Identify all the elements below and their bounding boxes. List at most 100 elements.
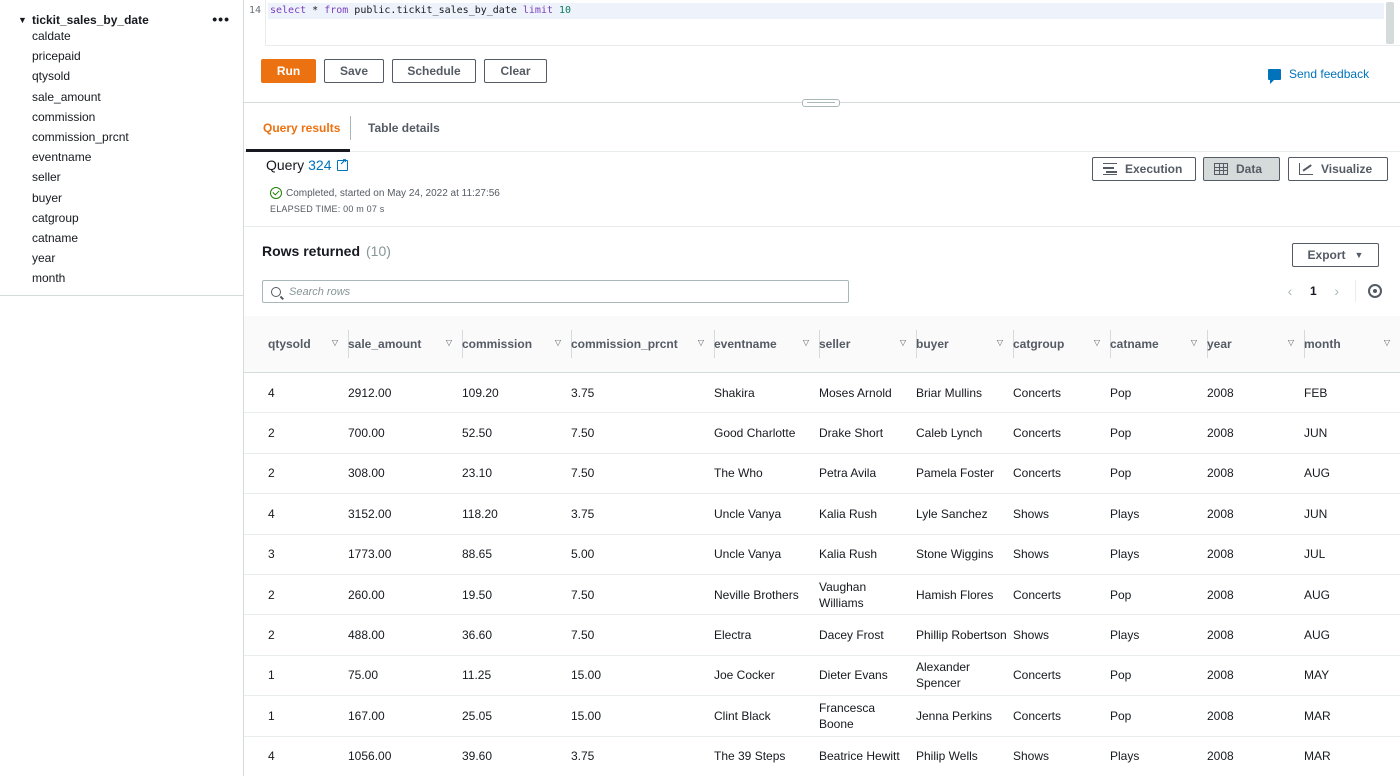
table-cell: Pop	[1110, 453, 1207, 495]
caret-down-icon[interactable]: ▼	[18, 15, 32, 25]
column-header-label: commission_prcnt	[571, 337, 678, 351]
sql-editor[interactable]: 14 select * from public.tickit_sales_by_…	[244, 0, 1400, 46]
table-cell: 2008	[1207, 655, 1304, 697]
gear-icon[interactable]	[1368, 284, 1382, 298]
table-cell: 3.75	[571, 736, 714, 776]
table-cell: 36.60	[462, 614, 571, 656]
sort-icon[interactable]: ▽	[332, 338, 338, 347]
execution-button[interactable]: Execution	[1092, 157, 1196, 181]
clear-button[interactable]: Clear	[484, 59, 547, 83]
column-item[interactable]: seller	[32, 169, 129, 189]
query-id-link[interactable]: 324	[308, 157, 331, 173]
column-header[interactable]: month ▽	[1304, 316, 1400, 373]
column-header[interactable]: catgroup ▽	[1013, 316, 1110, 373]
table-cell: Uncle Vanya	[714, 534, 819, 575]
code-number: 10	[553, 5, 572, 16]
table-row[interactable]: 2 488.00 36.60 7.50 Electra Dacey Frost Philli…	[244, 614, 1400, 656]
table-cell: Petra Avila	[819, 453, 916, 495]
column-item[interactable]: year	[32, 250, 129, 270]
table-cell: Concerts	[1013, 453, 1110, 495]
column-header[interactable]: qtysold ▽	[244, 316, 348, 373]
table-cell: Electra	[714, 614, 819, 656]
table-row[interactable]: 3 1773.00 88.65 5.00 Uncle Vanya Kalia Rush St…	[244, 534, 1400, 575]
send-feedback-link[interactable]: Send feedback	[1268, 67, 1369, 84]
page-number[interactable]: 1	[1310, 284, 1317, 298]
editor-scrollbar[interactable]	[1386, 2, 1394, 44]
column-item[interactable]: eventname	[32, 149, 129, 169]
column-header-label: sale_amount	[348, 337, 422, 351]
save-button[interactable]: Save	[324, 59, 384, 83]
sort-icon[interactable]: ▽	[698, 338, 704, 347]
column-item[interactable]: qtysold	[32, 68, 129, 88]
table-cell: 11.25	[462, 655, 571, 697]
table-row[interactable]: 4 1056.00 39.60 3.75 The 39 Steps Beatrice He…	[244, 736, 1400, 776]
table-name[interactable]: tickit_sales_by_date	[32, 13, 149, 27]
table-row[interactable]: 2 308.00 23.10 7.50 The Who Petra Avila Pamela…	[244, 453, 1400, 495]
table-tree-node[interactable]: ▼ tickit_sales_by_date •••	[18, 12, 230, 28]
column-header-label: year	[1207, 337, 1232, 351]
search-input[interactable]	[289, 285, 829, 298]
column-header[interactable]: commission ▽	[462, 316, 571, 373]
table-cell: 488.00	[348, 614, 462, 656]
tab-table-details[interactable]: Table details	[368, 121, 440, 135]
table-cell: 52.50	[462, 412, 571, 454]
sort-icon[interactable]: ▽	[900, 338, 906, 347]
column-header[interactable]: seller ▽	[819, 316, 916, 373]
chevron-left-icon[interactable]: ‹	[1284, 283, 1296, 299]
export-button[interactable]: Export ▼	[1292, 243, 1379, 267]
column-header[interactable]: eventname ▽	[714, 316, 819, 373]
table-cell: 4	[244, 372, 348, 414]
table-cell: Pamela Foster	[916, 453, 1013, 495]
sort-icon[interactable]: ▽	[446, 338, 452, 347]
column-item[interactable]: catname	[32, 230, 129, 250]
column-header[interactable]: buyer ▽	[916, 316, 1013, 373]
visualize-button[interactable]: Visualize	[1288, 157, 1388, 181]
table-cell: FEB	[1304, 372, 1400, 414]
external-link-icon[interactable]	[337, 157, 349, 171]
sort-icon[interactable]: ▽	[1384, 338, 1390, 347]
column-item[interactable]: buyer	[32, 190, 129, 210]
search-rows-field[interactable]	[262, 280, 849, 303]
table-cell: 4	[244, 493, 348, 535]
column-header-label: commission	[462, 337, 533, 351]
column-header[interactable]: sale_amount ▽	[348, 316, 462, 373]
schedule-button[interactable]: Schedule	[392, 59, 476, 83]
column-header[interactable]: commission_prcnt ▽	[571, 316, 714, 373]
chevron-right-icon[interactable]: ›	[1331, 283, 1343, 299]
sort-icon[interactable]: ▽	[1094, 338, 1100, 347]
rows-returned-label: Rows returned	[262, 243, 361, 259]
table-cell: Moses Arnold	[819, 372, 916, 414]
table-row[interactable]: 1 167.00 25.05 15.00 Clint Black Francesca Bo…	[244, 695, 1400, 737]
column-header[interactable]: catname ▽	[1110, 316, 1207, 373]
data-button[interactable]: Data	[1203, 157, 1280, 181]
column-item[interactable]: catgroup	[32, 210, 129, 230]
ellipsis-icon[interactable]: •••	[212, 12, 230, 26]
table-cell: 2	[244, 453, 348, 495]
table-cell: 1056.00	[348, 736, 462, 776]
column-item[interactable]: sale_amount	[32, 89, 129, 109]
table-cell: 2008	[1207, 493, 1304, 535]
column-item[interactable]: commission_prcnt	[32, 129, 129, 149]
column-item[interactable]: pricepaid	[32, 48, 129, 68]
column-item[interactable]: caldate	[32, 28, 129, 48]
sort-icon[interactable]: ▽	[803, 338, 809, 347]
search-icon	[271, 286, 281, 297]
table-row[interactable]: 1 75.00 11.25 15.00 Joe Cocker Dieter Evans Al…	[244, 655, 1400, 697]
sort-icon[interactable]: ▽	[555, 338, 561, 347]
sort-icon[interactable]: ▽	[1288, 338, 1294, 347]
column-item[interactable]: commission	[32, 109, 129, 129]
sort-icon[interactable]: ▽	[1191, 338, 1197, 347]
table-row[interactable]: 4 3152.00 118.20 3.75 Uncle Vanya Kalia Rush L…	[244, 493, 1400, 535]
column-item[interactable]: month	[32, 270, 129, 290]
table-row[interactable]: 4 2912.00 109.20 3.75 Shakira Moses Arnold Bri…	[244, 372, 1400, 414]
table-cell: 2008	[1207, 453, 1304, 495]
tab-query-results[interactable]: Query results	[263, 121, 340, 135]
sort-icon[interactable]: ▽	[997, 338, 1003, 347]
code-line[interactable]: select * from public.tickit_sales_by_dat…	[268, 3, 1384, 19]
run-button[interactable]: Run	[261, 59, 316, 83]
table-row[interactable]: 2 700.00 52.50 7.50 Good Charlotte Drake Shor…	[244, 412, 1400, 454]
column-header[interactable]: year ▽	[1207, 316, 1304, 373]
table-row[interactable]: 2 260.00 19.50 7.50 Neville Brothers Vaughan …	[244, 574, 1400, 616]
code-table: public.tickit_sales_by_date	[348, 5, 523, 16]
table-cell: Kalia Rush	[819, 493, 916, 535]
